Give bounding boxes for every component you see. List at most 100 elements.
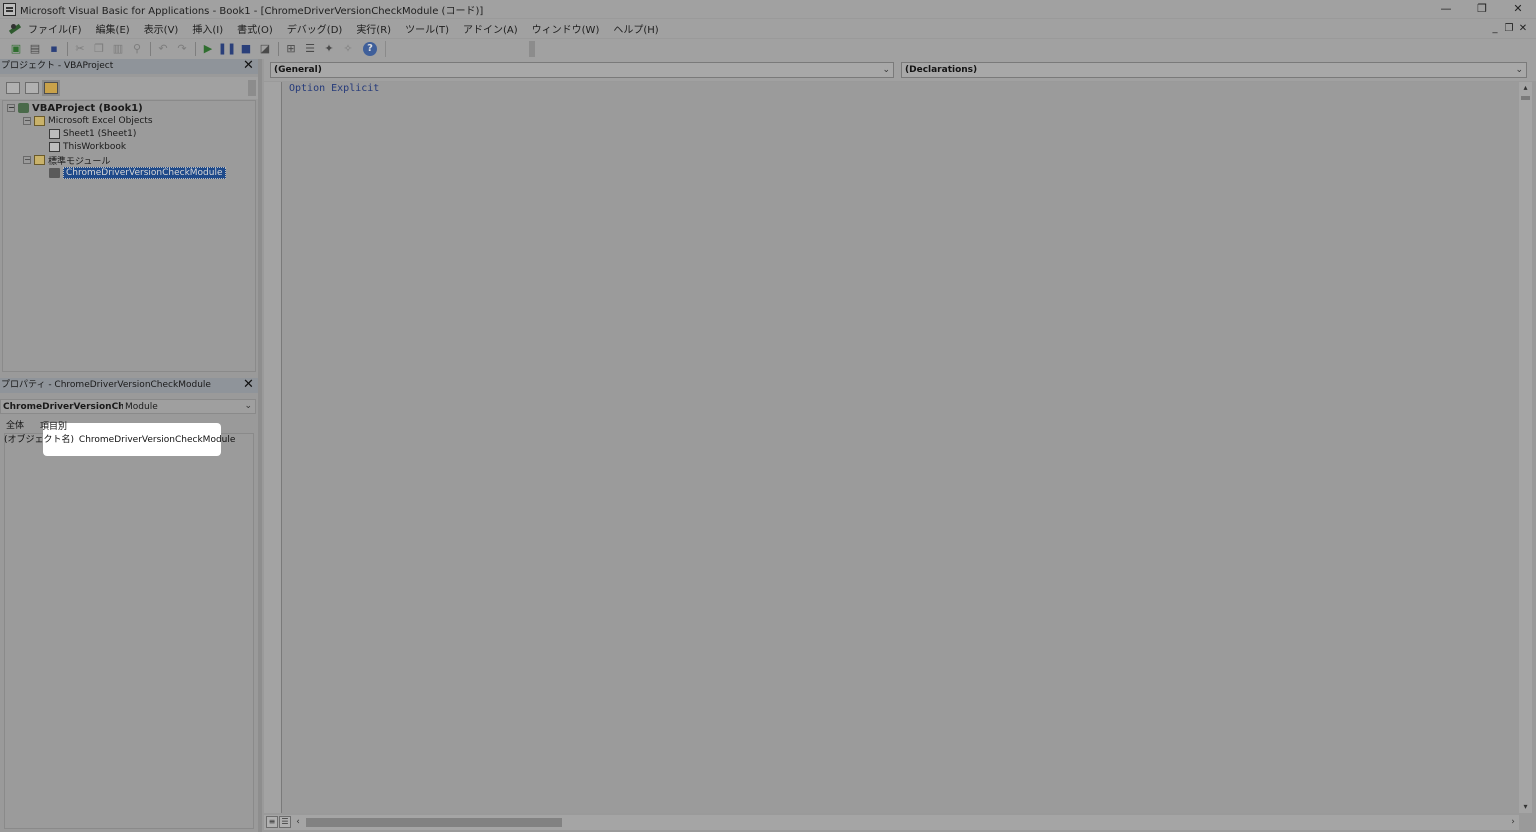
insert-module-icon[interactable]: ▤ (27, 42, 43, 56)
project-tree: − VBAProject (Book1) − Microsoft Excel O… (2, 100, 256, 372)
tree-label: VBAProject (Book1) (32, 102, 143, 114)
save-icon[interactable]: ▪ (46, 42, 62, 56)
worksheet-icon (49, 129, 60, 139)
view-object-button[interactable] (25, 82, 39, 94)
horizontal-scrollbar[interactable]: ≡ ☰ ‹ › (264, 815, 1519, 830)
scroll-up-icon[interactable]: ▴ (1519, 82, 1532, 94)
code-margin-indicator-bar[interactable] (264, 82, 282, 813)
tree-node-vbaproject[interactable]: − VBAProject (Book1) (7, 102, 143, 114)
tree-label: Microsoft Excel Objects (48, 116, 153, 126)
code-editor[interactable] (264, 82, 1519, 813)
cursor-position-box (385, 41, 529, 57)
menu-run[interactable]: 実行(R) (356, 21, 391, 36)
chevron-down-icon[interactable]: ⌄ (882, 63, 890, 77)
horizontal-scroll-thumb[interactable] (306, 818, 562, 827)
find-icon[interactable]: ⚲ (129, 42, 145, 56)
vba-menu-icon[interactable] (8, 22, 22, 36)
tree-node-module[interactable]: ChromeDriverVersionCheckModule (49, 167, 226, 179)
toolbox-icon[interactable]: ✧ (340, 42, 356, 56)
redo-icon[interactable]: ↷ (174, 42, 190, 56)
object-type: Module (125, 401, 158, 412)
collapse-icon[interactable]: − (23, 117, 31, 125)
tree-label: Sheet1 (Sheet1) (63, 129, 137, 139)
properties-window-icon[interactable]: ☰ (302, 42, 318, 56)
view-code-button[interactable] (6, 82, 20, 94)
properties-grid (4, 433, 254, 829)
chevron-down-icon[interactable]: ⌄ (244, 400, 252, 413)
paste-icon[interactable]: ▥ (110, 42, 126, 56)
menu-view[interactable]: 表示(V) (144, 21, 179, 36)
minimize-button[interactable]: — (1428, 0, 1464, 18)
mdi-controls: _ ❐ ✕ (1488, 19, 1530, 38)
project-explorer-icon[interactable]: ⊞ (283, 42, 299, 56)
toolbar-overflow-grip[interactable] (529, 41, 535, 57)
procedure-view-icon[interactable]: ≡ (266, 816, 278, 828)
close-icon[interactable]: ✕ (241, 378, 256, 393)
title-bar: Microsoft Visual Basic for Applications … (0, 0, 1536, 18)
scroll-right-icon[interactable]: › (1507, 815, 1519, 830)
tab-categorized[interactable]: 項目別 (40, 419, 67, 432)
view-excel-icon[interactable]: ▣ (8, 42, 24, 56)
object-browser-icon[interactable]: ✦ (321, 42, 337, 56)
reset-icon[interactable]: ■ (238, 42, 254, 56)
close-icon[interactable]: ✕ (241, 59, 256, 74)
tree-node-modules-folder[interactable]: − 標準モジュール (23, 154, 110, 167)
module-icon (49, 168, 60, 178)
project-explorer-title: プロジェクト - VBAProject (1, 61, 114, 71)
object-combo-value: (General) (274, 65, 322, 75)
tree-node-thisworkbook[interactable]: ThisWorkbook (49, 141, 126, 153)
property-name-value[interactable]: ChromeDriverVersionCheckModule (79, 435, 236, 445)
folder-icon (34, 155, 45, 165)
toolbar-separator (278, 42, 279, 56)
toggle-folders-button[interactable] (44, 82, 58, 94)
collapse-icon[interactable]: − (7, 104, 15, 112)
mdi-restore-button[interactable]: ❐ (1502, 19, 1516, 38)
scroll-left-icon[interactable]: ‹ (292, 815, 304, 830)
vbaproject-icon (18, 103, 29, 113)
menu-format[interactable]: 書式(O) (237, 21, 273, 36)
menu-tools[interactable]: ツール(T) (405, 21, 449, 36)
menu-debug[interactable]: デバッグ(D) (287, 21, 343, 36)
project-explorer-header: プロジェクト - VBAProject ✕ (0, 59, 258, 74)
object-name: ChromeDriverVersionChe (3, 401, 123, 412)
vertical-scrollbar[interactable]: ▴ ▾ (1519, 82, 1532, 813)
tree-node-excel-objects[interactable]: − Microsoft Excel Objects (23, 115, 153, 127)
vertical-scroll-thumb[interactable] (1521, 96, 1530, 100)
menu-edit[interactable]: 編集(E) (96, 21, 130, 36)
toolbar-grip[interactable] (248, 80, 256, 96)
pane-splitter[interactable] (258, 59, 262, 832)
code-window-combos: (General) ⌄ (Declarations) ⌄ (264, 59, 1536, 81)
copy-icon[interactable]: ❐ (91, 42, 107, 56)
property-row-name[interactable]: (オブジェクト名) ChromeDriverVersionCheckModule (4, 434, 235, 447)
undo-icon[interactable]: ↶ (155, 42, 171, 56)
chevron-down-icon[interactable]: ⌄ (1515, 63, 1523, 77)
code-line[interactable]: Option Explicit (289, 83, 379, 94)
tree-node-sheet1[interactable]: Sheet1 (Sheet1) (49, 128, 136, 140)
design-mode-icon[interactable]: ◪ (257, 42, 273, 56)
tab-alphabetic[interactable]: 全体 (0, 416, 30, 432)
object-selector[interactable]: ChromeDriverVersionChe Module ⌄ (0, 399, 256, 414)
menu-help[interactable]: ヘルプ(H) (613, 21, 658, 36)
break-icon[interactable]: ❚❚ (218, 42, 236, 56)
toolbar-separator (67, 42, 68, 56)
close-button[interactable]: ✕ (1500, 0, 1536, 18)
scroll-down-icon[interactable]: ▾ (1519, 801, 1532, 813)
tree-label-selected: ChromeDriverVersionCheckModule (63, 167, 226, 179)
menu-addins[interactable]: アドイン(A) (463, 21, 518, 36)
menu-insert[interactable]: 挿入(I) (192, 21, 223, 36)
menu-window[interactable]: ウィンドウ(W) (532, 21, 600, 36)
object-combo[interactable]: (General) ⌄ (270, 62, 894, 78)
procedure-combo-value: (Declarations) (905, 65, 978, 75)
workbook-icon (49, 142, 60, 152)
collapse-icon[interactable]: − (23, 156, 31, 164)
mdi-minimize-button[interactable]: _ (1488, 19, 1502, 38)
full-module-view-icon[interactable]: ☰ (279, 816, 291, 828)
procedure-combo[interactable]: (Declarations) ⌄ (901, 62, 1527, 78)
run-icon[interactable]: ▶ (200, 42, 216, 56)
menu-file[interactable]: ファイル(F) (28, 21, 82, 36)
folder-icon (34, 116, 45, 126)
help-icon[interactable]: ? (363, 42, 377, 56)
restore-button[interactable]: ❐ (1464, 0, 1500, 18)
mdi-close-button[interactable]: ✕ (1516, 19, 1530, 38)
cut-icon[interactable]: ✂ (72, 42, 88, 56)
